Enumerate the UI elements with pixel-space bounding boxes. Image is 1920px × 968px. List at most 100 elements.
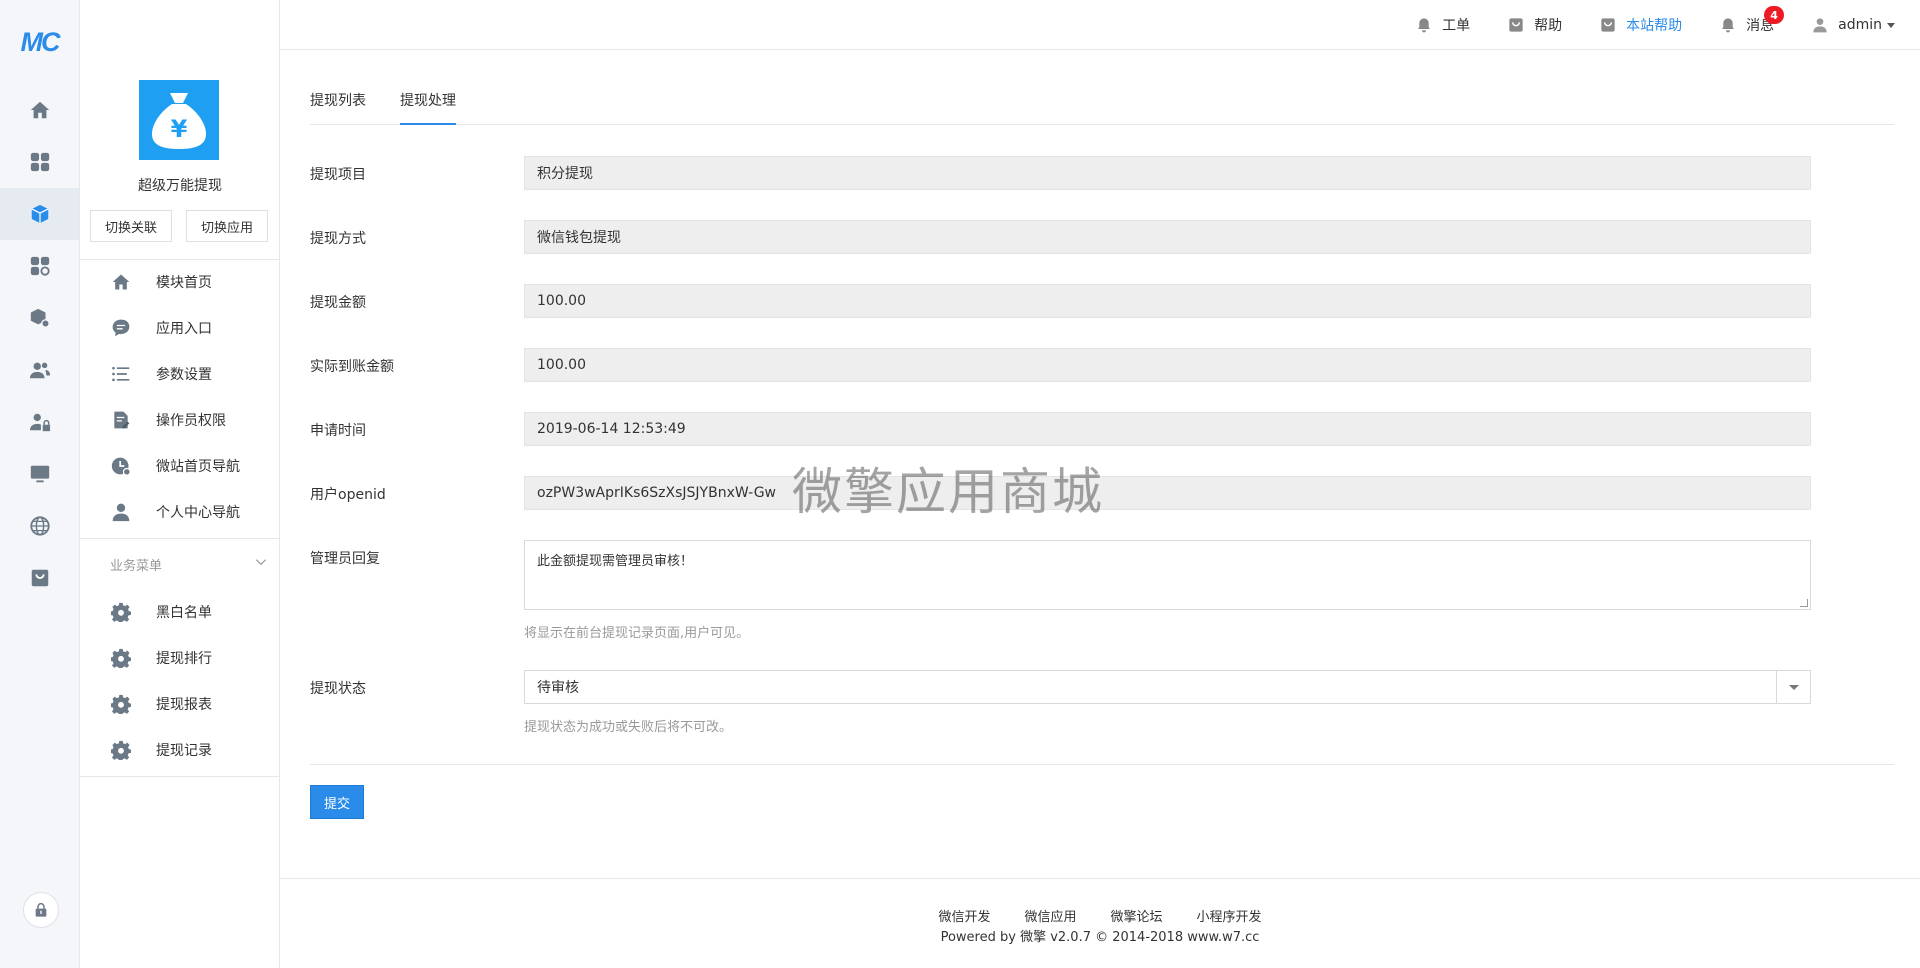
user-lock-icon bbox=[29, 413, 50, 432]
cube-icon bbox=[30, 204, 49, 224]
admin-reply-textarea[interactable]: 此金额提现需管理员审核！ bbox=[524, 540, 1811, 610]
tab-withdraw-list[interactable]: 提现列表 bbox=[310, 90, 366, 125]
chat-icon bbox=[112, 319, 130, 337]
tab-bar: 提现列表 提现处理 bbox=[310, 90, 1894, 125]
footer-link-miniapp-dev[interactable]: 小程序开发 bbox=[1197, 906, 1262, 925]
user-icon bbox=[112, 503, 130, 522]
monitor-icon bbox=[30, 465, 49, 483]
footer-powered-by: Powered by 微擎 v2.0.7 © 2014-2018 www.w7.… bbox=[940, 930, 1260, 945]
brand-logo[interactable]: MC bbox=[0, 0, 79, 84]
rail-apps[interactable] bbox=[0, 136, 79, 188]
sidebar-divider bbox=[80, 776, 280, 777]
home-icon bbox=[30, 101, 49, 119]
gear-icon bbox=[111, 740, 131, 760]
label-withdraw-method: 提现方式 bbox=[310, 231, 366, 247]
label-withdraw-amount: 提现金额 bbox=[310, 295, 366, 311]
label-withdraw-status: 提现状态 bbox=[310, 681, 366, 697]
lock-icon bbox=[35, 903, 47, 917]
sidebar-item-report[interactable]: 提现报表 bbox=[80, 681, 280, 727]
select-toggle[interactable] bbox=[1776, 671, 1810, 703]
tab-withdraw-process[interactable]: 提现处理 bbox=[400, 90, 456, 125]
field-withdraw-amount[interactable]: 100.00 bbox=[524, 284, 1811, 318]
sidebar-item-operator-permissions[interactable]: 操作员权限 bbox=[80, 397, 280, 443]
user-icon bbox=[1813, 18, 1827, 33]
globe-icon bbox=[29, 516, 50, 536]
field-withdraw-method[interactable]: 微信钱包提现 bbox=[524, 220, 1811, 254]
nav-site-help[interactable]: 本站帮助 bbox=[1600, 15, 1682, 35]
business-menu-title: 业务菜单 bbox=[110, 559, 163, 574]
field-withdraw-item[interactable]: 积分提现 bbox=[524, 156, 1811, 190]
gear-icon bbox=[111, 694, 131, 714]
nav-ticket[interactable]: 工单 bbox=[1416, 15, 1470, 35]
label-actual-amount: 实际到账金额 bbox=[310, 359, 394, 375]
label-user-openid: 用户openid bbox=[310, 487, 386, 503]
top-nav: 工单 帮助 本站帮助 消息 4 admin bbox=[1378, 0, 1895, 50]
sidebar-item-module-home[interactable]: 模块首页 bbox=[80, 259, 280, 305]
sidebar-item-site-home-nav[interactable]: 微站首页导航 bbox=[80, 443, 280, 489]
sidebar-item-blacklist[interactable]: 黑白名单 bbox=[80, 589, 280, 635]
app-logo: ¥ bbox=[139, 80, 219, 160]
rail-globe[interactable] bbox=[0, 500, 79, 552]
footer-link-forum[interactable]: 微擎论坛 bbox=[1111, 906, 1163, 925]
document-edit-icon bbox=[114, 411, 130, 429]
list-settings-icon bbox=[112, 366, 130, 382]
form-divider bbox=[310, 764, 1894, 765]
nav-user[interactable]: admin bbox=[1812, 17, 1895, 33]
footer-link-wechat-dev[interactable]: 微信开发 bbox=[938, 906, 990, 925]
switch-app-button[interactable]: 切换应用 bbox=[186, 210, 268, 242]
withdraw-status-value: 待审核 bbox=[537, 680, 579, 696]
sidebar-item-app-entry[interactable]: 应用入口 bbox=[80, 305, 280, 351]
sidebar-item-records[interactable]: 提现记录 bbox=[80, 727, 280, 773]
submit-button[interactable]: 提交 bbox=[310, 785, 364, 819]
apps-icon bbox=[30, 152, 49, 172]
shop-icon bbox=[1509, 18, 1523, 32]
footer-link-wechat-apps[interactable]: 微信应用 bbox=[1024, 906, 1076, 925]
nav-messages[interactable]: 消息 4 bbox=[1720, 6, 1785, 35]
footer-links: 微信开发 微信应用 微擎论坛 小程序开发 bbox=[280, 906, 1920, 925]
field-apply-time[interactable]: 2019-06-14 12:53:49 bbox=[524, 412, 1811, 446]
withdraw-status-select[interactable]: 待审核 bbox=[524, 670, 1811, 704]
bell-icon bbox=[1722, 18, 1735, 33]
rail-cube-settings[interactable] bbox=[0, 292, 79, 344]
users-icon bbox=[29, 362, 50, 379]
bell-icon bbox=[1418, 18, 1431, 33]
chart-clock-icon bbox=[111, 457, 131, 476]
chevron-down-icon[interactable] bbox=[254, 555, 268, 569]
rail-module-manage[interactable] bbox=[0, 240, 79, 292]
lock-button[interactable] bbox=[23, 892, 59, 928]
svg-text:¥: ¥ bbox=[171, 115, 188, 143]
label-withdraw-item: 提现项目 bbox=[310, 167, 366, 183]
left-rail: MC bbox=[0, 0, 80, 968]
sidebar-item-settings[interactable]: 参数设置 bbox=[80, 351, 280, 397]
switch-link-button[interactable]: 切换关联 bbox=[90, 210, 172, 242]
field-user-openid[interactable]: ozPW3wAprIKs6SzXsJSJYBnxW-Gw bbox=[524, 476, 1811, 510]
watermark: 微擎应用商城 bbox=[792, 463, 1104, 521]
rail-users[interactable] bbox=[0, 344, 79, 396]
cube-settings-icon bbox=[30, 308, 50, 328]
resize-handle[interactable] bbox=[1800, 599, 1808, 607]
field-actual-amount[interactable]: 100.00 bbox=[524, 348, 1811, 382]
admin-reply-hint: 将显示在前台提现记录页面,用户可见。 bbox=[524, 626, 750, 641]
chevron-down-icon bbox=[1887, 22, 1895, 28]
admin-reply-text: 此金额提现需管理员审核！ bbox=[537, 554, 694, 569]
shop-icon bbox=[31, 569, 48, 587]
rail-shop[interactable] bbox=[0, 552, 79, 604]
rail-monitor[interactable] bbox=[0, 448, 79, 500]
chevron-down-icon bbox=[1788, 684, 1799, 690]
shop-icon bbox=[1601, 18, 1615, 32]
rail-home[interactable] bbox=[0, 84, 79, 136]
sidebar-item-ranking[interactable]: 提现排行 bbox=[80, 635, 280, 681]
module-sidebar: ¥ 超级万能提现 切换关联 切换应用 模块首页 应用入口 参数设置 操作员权限 … bbox=[80, 0, 280, 968]
sidebar-item-user-center-nav[interactable]: 个人中心导航 bbox=[80, 489, 280, 535]
message-count-badge: 4 bbox=[1764, 6, 1785, 24]
top-bar: 菜单 工单 帮助 本站帮助 消息 4 admin bbox=[80, 0, 1920, 50]
rail-modules-active[interactable] bbox=[0, 188, 79, 240]
gear-icon bbox=[111, 602, 131, 622]
modules-icon bbox=[30, 256, 50, 276]
app-name: 超级万能提现 bbox=[138, 178, 222, 194]
nav-help[interactable]: 帮助 bbox=[1508, 15, 1562, 35]
footer-divider bbox=[280, 878, 1920, 879]
rail-user-lock[interactable] bbox=[0, 396, 79, 448]
label-admin-reply: 管理员回复 bbox=[310, 551, 380, 567]
sidebar-divider bbox=[80, 538, 280, 539]
